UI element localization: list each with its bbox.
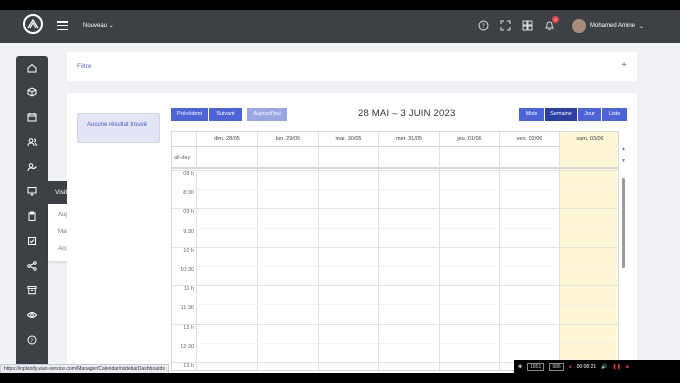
time-label: 12:30	[180, 343, 194, 350]
time-slot-line	[172, 208, 618, 210]
grid-line	[378, 132, 379, 370]
day-header[interactable]: dim. 28/05	[196, 132, 257, 147]
help-circle-icon[interactable]: ?	[26, 335, 38, 347]
chevron-down-icon: ⌄	[108, 23, 114, 29]
menu-toggle-icon[interactable]	[57, 21, 68, 30]
grid-line	[318, 132, 319, 370]
home-icon[interactable]	[26, 63, 38, 75]
share-icon[interactable]	[26, 261, 38, 273]
eye-icon[interactable]	[26, 310, 38, 322]
allday-label: all-day	[174, 155, 191, 161]
time-label: 11:30	[180, 305, 194, 312]
calendar-title: 28 MAI – 3 JUIN 2023	[358, 108, 456, 119]
no-result-alert: Aucune résultat trouvé	[77, 113, 160, 143]
plus-icon[interactable]: +	[621, 60, 627, 71]
record-icon[interactable]: ●	[569, 364, 572, 370]
day-header[interactable]: lun. 29/05	[257, 132, 318, 147]
time-label: 10 h	[183, 247, 194, 254]
resolution-height[interactable]: 986	[549, 363, 564, 371]
clipboard-icon[interactable]	[26, 211, 38, 223]
scroll-up-icon[interactable]: ▲	[621, 146, 626, 152]
notification-badge: 9	[552, 16, 559, 23]
svg-text:?: ?	[30, 338, 33, 344]
apps-grid-icon[interactable]	[522, 20, 533, 31]
grid-line	[439, 132, 440, 370]
filter-label: Filtre	[77, 63, 92, 70]
svg-text:?: ?	[482, 23, 485, 30]
top-navbar: Nouveau ⌄ ? 9 Mohamed Amine ⌄	[0, 10, 680, 43]
grid-line	[196, 132, 197, 370]
cube-icon[interactable]	[26, 87, 38, 99]
day-header[interactable]: jeu. 01/06	[439, 132, 499, 147]
day-header-today[interactable]: sam. 03/06	[559, 132, 618, 147]
time-slot-line	[196, 227, 618, 229]
time-slot-line	[172, 323, 618, 325]
next-button[interactable]: Suivant	[209, 108, 242, 121]
resolution-width[interactable]: 1851	[527, 363, 545, 371]
new-label: Nouveau	[83, 23, 108, 29]
user-menu[interactable]: Mohamed Amine ⌄	[572, 19, 644, 33]
time-label: 9:30	[183, 228, 194, 235]
top-black-strip	[0, 0, 680, 10]
avatar	[572, 19, 586, 33]
day-header[interactable]: mar. 30/05	[318, 132, 378, 147]
time-label: 13 h	[183, 363, 194, 369]
time-slot-line	[172, 246, 618, 248]
calendar-header: dim. 28/05 lun. 29/05 mar. 30/05 mer. 31…	[172, 132, 618, 147]
monitor-icon[interactable]	[26, 186, 38, 198]
scrollbar-thumb[interactable]	[622, 178, 625, 268]
day-header[interactable]: mer. 31/05	[378, 132, 439, 147]
grid-line	[257, 132, 258, 370]
recorder-bar: ✥ 1851 986 ● 00:08:21 🔊 ❚❚ ■	[514, 360, 680, 374]
filter-card[interactable]: Filtre +	[67, 52, 637, 81]
time-label: 8:30	[183, 190, 194, 197]
audio-icon[interactable]: 🔊	[601, 364, 607, 370]
bell-icon[interactable]: 9	[544, 16, 559, 31]
time-slot-line	[172, 170, 618, 171]
calendar-icon[interactable]	[26, 112, 38, 124]
time-slot-line	[196, 342, 618, 344]
view-day-button[interactable]: Jour	[578, 108, 601, 121]
user-name: Mohamed Amine	[590, 23, 636, 29]
allday-row[interactable]: all-day	[172, 147, 618, 169]
fullscreen-icon[interactable]	[500, 20, 511, 31]
prev-button[interactable]: Précédent	[171, 108, 208, 121]
checklist-icon[interactable]	[26, 236, 38, 248]
pause-icon[interactable]: ❚❚	[612, 364, 620, 370]
bottom-black-strip	[0, 373, 680, 383]
users-icon[interactable]	[26, 137, 38, 149]
stop-icon[interactable]: ■	[626, 364, 629, 370]
time-slot-line	[172, 285, 618, 287]
grid-line	[499, 132, 500, 370]
calendar-scrollbar[interactable]: ▲ ▼	[621, 146, 626, 371]
time-slot-line	[196, 189, 618, 191]
time-label: 12 h	[183, 324, 194, 331]
week-calendar: dim. 28/05 lun. 29/05 mar. 30/05 mer. 31…	[171, 131, 619, 371]
view-week-button[interactable]: Semaine	[545, 108, 577, 121]
today-button[interactable]: Aujourd'hui	[247, 108, 287, 121]
today-column	[559, 147, 617, 370]
recording-time: 00:08:21	[576, 364, 597, 370]
time-label: 09 h	[183, 209, 194, 216]
grid-line	[559, 132, 560, 370]
user-check-icon[interactable]	[26, 162, 38, 174]
view-list-button[interactable]: Liste	[602, 108, 627, 121]
move-icon[interactable]: ✥	[518, 364, 522, 370]
time-label: 08 h	[183, 171, 194, 177]
view-month-button[interactable]: Mois	[519, 108, 544, 121]
time-label: 11 h	[183, 286, 194, 293]
sidebar: ?	[16, 56, 48, 374]
day-header[interactable]: ven. 02/06	[499, 132, 559, 147]
time-label: 10:30	[180, 267, 194, 273]
archive-icon[interactable]	[26, 285, 38, 297]
time-slot-line	[196, 304, 618, 306]
scroll-down-icon[interactable]: ▼	[621, 158, 626, 164]
logo-icon[interactable]	[23, 14, 43, 34]
help-icon[interactable]: ?	[478, 20, 489, 31]
chevron-down-icon: ⌄	[639, 23, 645, 30]
new-dropdown[interactable]: Nouveau ⌄	[83, 22, 114, 29]
time-slot-line	[196, 266, 618, 267]
